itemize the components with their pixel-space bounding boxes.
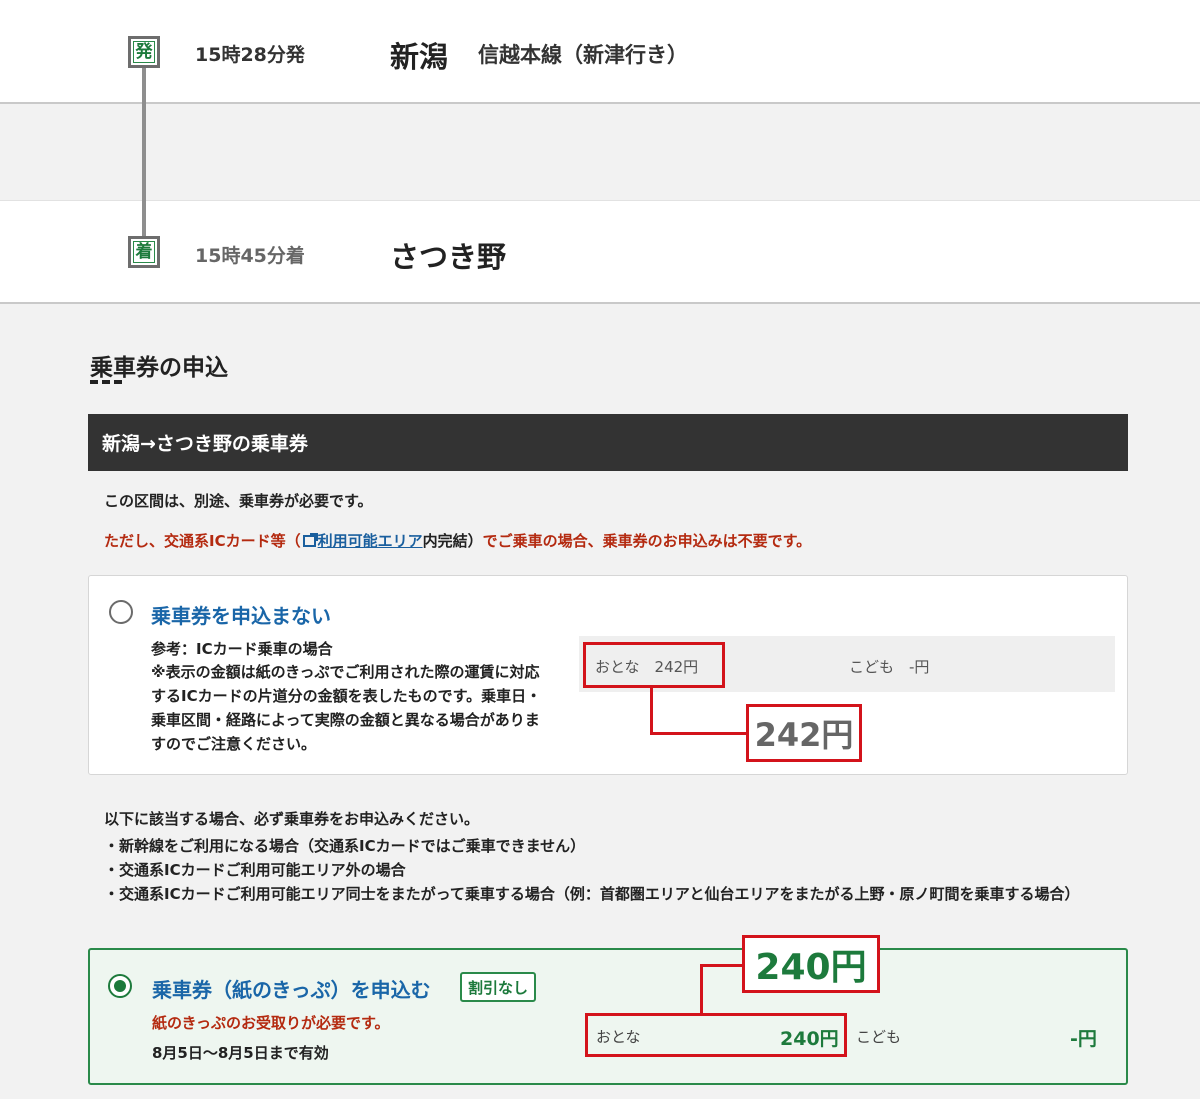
notice-ic-suffix: でご乗車の場合、乗車券のお申込みは不要です。 xyxy=(482,532,812,550)
paper-ticket-label[interactable]: 乗車券（紙のきっぷ）を申込む xyxy=(152,974,431,1003)
arrival-row xyxy=(0,200,1200,304)
paper-callout-line-v xyxy=(700,964,703,1014)
departure-station: 新潟 xyxy=(390,40,449,74)
section-title: 乗車券の申込 xyxy=(90,355,228,381)
case-item: ・交通系ICカードご利用可能エリア同士をまたがって乗車する場合（例：首都圏エリア… xyxy=(104,885,1080,903)
notice-ic-prefix: ただし、交通系ICカード等（ xyxy=(104,532,301,550)
departure-badge-label: 発 xyxy=(133,41,155,63)
pickup-note: 紙のきっぷのお受取りが必要です。 xyxy=(152,1014,390,1032)
notice-required: この区間は、別途、乗車券が必要です。 xyxy=(104,492,373,510)
no-discount-badge: 割引なし xyxy=(460,972,537,1002)
case-item: ・新幹線をご利用になる場合（交通系ICカードではご乗車できません） xyxy=(104,837,586,855)
arrival-time: 15時45分着 xyxy=(195,245,305,267)
departure-badge: 発 xyxy=(128,36,160,68)
paper-fare-highlight-box xyxy=(585,1013,847,1057)
ic-callout-line-v xyxy=(650,688,653,734)
validity-period: 8月5日〜8月5日まで有効 xyxy=(152,1044,329,1062)
notice-ic-card: ただし、交通系ICカード等（ 利用可能エリア内完結）でご乗車の場合、乗車券のお申込… xyxy=(104,530,811,551)
departure-time: 15時28分発 xyxy=(195,44,305,66)
ic-note-body: ※表示の金額は紙のきっぷでご利用された際の運賃に対応するICカードの片道分の金額… xyxy=(151,663,542,753)
ic-fare-highlight-box xyxy=(583,642,725,688)
route-timeline-line xyxy=(142,66,146,238)
no-ticket-label[interactable]: 乗車券を申込まない xyxy=(151,600,331,629)
ticket-header-label: 新潟→さつき野の乗車券 xyxy=(102,433,308,455)
arrival-station: さつき野 xyxy=(390,240,507,274)
arrival-badge: 着 xyxy=(128,236,160,268)
notice-ic-mid: 内完結） xyxy=(422,532,483,550)
train-line: 信越本線（新津行き） xyxy=(478,43,688,67)
available-area-link[interactable]: 利用可能エリア xyxy=(318,532,423,550)
paper-child-fare: -円 xyxy=(1070,1028,1097,1050)
heading-underline xyxy=(90,380,126,384)
paper-ticket-radio[interactable] xyxy=(108,974,132,998)
paper-highlight-price: 240円 xyxy=(742,935,880,993)
paper-callout-line-h xyxy=(700,964,746,967)
ic-note-title: 参考：ICカード乗車の場合 xyxy=(151,640,333,658)
ticket-header: 新潟→さつき野の乗車券 xyxy=(88,414,1128,471)
ic-highlight-price: 242円 xyxy=(746,704,862,762)
external-link-icon xyxy=(302,533,318,547)
case-item: ・交通系ICカードご利用可能エリア外の場合 xyxy=(104,861,406,879)
ic-callout-line-h xyxy=(650,732,748,735)
no-ticket-radio[interactable] xyxy=(109,600,133,624)
arrival-badge-label: 着 xyxy=(133,241,155,263)
paper-child-label: こども xyxy=(856,1028,902,1046)
ic-child-fare: こども -円 xyxy=(849,658,930,676)
cases-title: 以下に該当する場合、必ず乗車券をお申込みください。 xyxy=(104,810,480,828)
